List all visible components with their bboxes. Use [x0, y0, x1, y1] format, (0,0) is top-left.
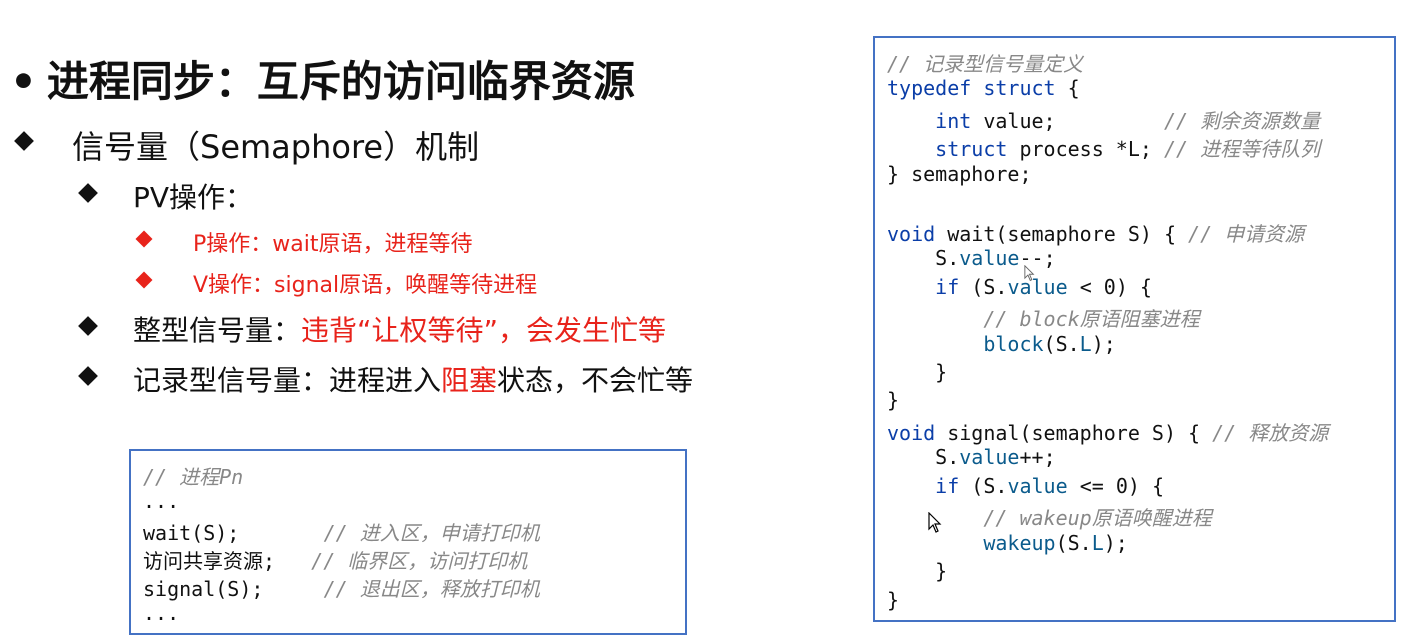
outline-v-op: V操作：signal原语，唤醒等待进程: [193, 273, 538, 298]
code-line: }: [887, 388, 900, 412]
diamond-bullet-icon: [78, 183, 98, 203]
outline-integer: 整型信号量：违背“让权等待”，会发生忙等: [133, 309, 666, 349]
integer-warning: 违背“让权等待”，会发生忙等: [301, 314, 667, 347]
diamond-bullet-icon: [135, 271, 153, 289]
code-line: // 进程Pn: [143, 465, 244, 489]
record-prefix: 记录型信号量：进程进入: [133, 364, 442, 397]
process-code-box: // 进程Pn ... wait(S); // 进入区，申请打印机 访问共享资源…: [129, 449, 687, 635]
code-line: block(S.L);: [983, 332, 1116, 356]
integer-prefix: 整型信号量：: [133, 314, 302, 347]
code-line: if (S.value <= 0) {: [935, 474, 1164, 498]
outline-semaphore: 信号量（Semaphore）机制: [72, 128, 480, 166]
code-line: ...: [143, 601, 180, 625]
slide-title: • 进程同步：互斥的访问临界资源: [10, 48, 635, 109]
record-suffix: 状态，不会忙等: [497, 364, 694, 397]
code-line: } semaphore;: [887, 162, 1032, 186]
title-bullet: •: [10, 57, 37, 106]
code-line: signal(S); // 退出区，释放打印机: [143, 577, 540, 601]
code-line: 访问共享资源; // 临界区，访问打印机: [143, 549, 528, 573]
code-line: wait(S); // 进入区，申请打印机: [143, 521, 540, 545]
mouse-pointer-icon: [928, 512, 942, 533]
code-line: typedef struct {: [887, 76, 1080, 100]
code-line: // 记录型信号量定义: [887, 52, 1084, 76]
code-line: S.value++;: [935, 445, 1056, 469]
code-line: if (S.value < 0) {: [935, 275, 1152, 299]
code-line: struct process *L; // 进程等待队列: [935, 137, 1321, 161]
diamond-bullet-icon: [78, 366, 98, 386]
semaphore-code-box: // 记录型信号量定义 typedef struct { int value; …: [873, 36, 1396, 622]
mouse-pointer-icon: [1024, 265, 1035, 282]
outline-record: 记录型信号量：进程进入阻塞状态，不会忙等: [133, 359, 693, 399]
diamond-bullet-icon: [135, 230, 153, 248]
code-line: }: [935, 559, 948, 583]
code-line: }: [935, 360, 948, 384]
code-line: void wait(semaphore S) { // 申请资源: [887, 222, 1305, 246]
code-line: void signal(semaphore S) { // 释放资源: [887, 421, 1329, 445]
code-line: // block原语阻塞进程: [983, 307, 1200, 331]
diamond-bullet-icon: [14, 131, 34, 151]
diamond-bullet-icon: [78, 316, 98, 336]
code-line: ...: [143, 489, 180, 513]
code-line: }: [887, 588, 900, 612]
record-highlight: 阻塞: [441, 364, 498, 397]
code-line: int value; // 剩余资源数量: [935, 109, 1321, 133]
code-line: wakeup(S.L);: [983, 531, 1128, 555]
title-text: 进程同步：互斥的访问临界资源: [46, 57, 635, 106]
outline-pv: PV操作：: [133, 181, 254, 214]
outline-p-op: P操作：wait原语，进程等待: [193, 232, 473, 257]
